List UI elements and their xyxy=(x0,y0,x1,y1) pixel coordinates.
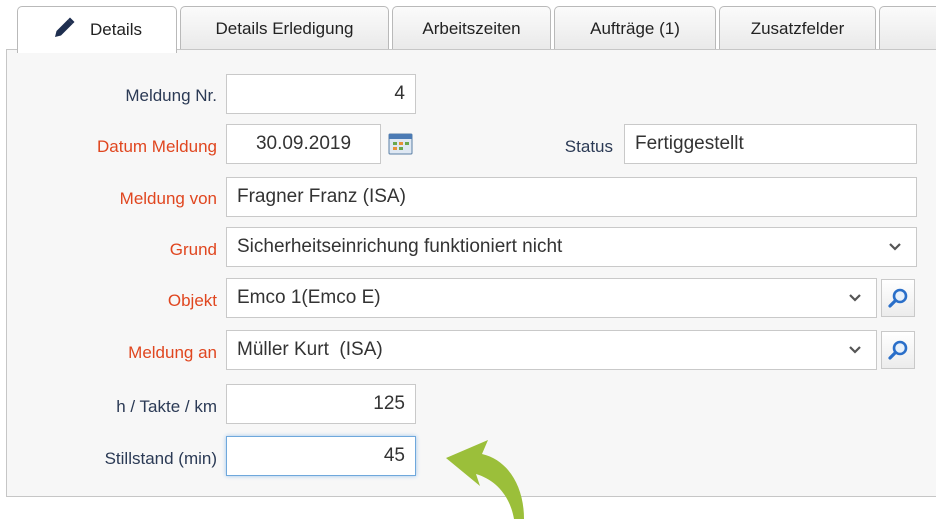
takte-label: h / Takte / km xyxy=(116,397,217,416)
stillstand-label: Stillstand (min) xyxy=(104,449,217,468)
objekt-search-button[interactable] xyxy=(881,279,915,317)
tab-zusatzfelder-label: Zusatzfelder xyxy=(750,18,845,38)
objekt-value: Emco 1(Emco E) xyxy=(237,287,381,308)
meldung-von-label: Meldung von xyxy=(119,189,217,208)
tab-arbeitszeiten-label: Arbeitszeiten xyxy=(422,18,521,38)
tab-details-erledigung-label: Details Erledigung xyxy=(215,18,354,38)
meldung-an-select[interactable]: Müller Kurt (ISA) xyxy=(226,330,877,370)
calendar-icon[interactable] xyxy=(388,132,414,156)
grund-value: Sicherheitseinrichung funktioniert nicht xyxy=(237,236,563,257)
chevron-down-icon xyxy=(889,243,901,251)
search-icon xyxy=(888,340,908,360)
meldung-nr-label: Meldung Nr. xyxy=(125,86,217,105)
status-field[interactable]: Fertiggestellt xyxy=(624,124,917,164)
tab-zusatzfelder[interactable]: Zusatzfelder xyxy=(719,6,876,50)
meldung-nr-field[interactable]: 4 xyxy=(226,74,416,114)
tab-details[interactable]: Details xyxy=(17,6,177,53)
chevron-down-icon xyxy=(849,346,861,354)
meldung-an-label: Meldung an xyxy=(128,343,217,362)
tab-more[interactable] xyxy=(879,6,936,50)
tab-details-erledigung[interactable]: Details Erledigung xyxy=(180,6,389,50)
chevron-down-icon xyxy=(849,294,861,302)
pencil-icon xyxy=(52,16,76,45)
tab-auftraege-label: Aufträge (1) xyxy=(590,18,680,38)
tab-bar: Details Details Erledigung Arbeitszeiten… xyxy=(0,0,936,53)
status-label: Status xyxy=(564,137,613,156)
stillstand-field[interactable]: 45 xyxy=(226,436,416,476)
details-panel xyxy=(6,49,936,497)
grund-select[interactable]: Sicherheitseinrichung funktioniert nicht xyxy=(226,227,917,267)
tab-auftraege[interactable]: Aufträge (1) xyxy=(554,6,716,50)
tab-details-label: Details xyxy=(90,20,142,39)
meldung-an-value: Müller Kurt (ISA) xyxy=(237,339,383,360)
meldung-von-field[interactable]: Fragner Franz (ISA) xyxy=(226,177,917,217)
datum-meldung-label: Datum Meldung xyxy=(96,137,217,156)
grund-label: Grund xyxy=(169,240,217,259)
tab-arbeitszeiten[interactable]: Arbeitszeiten xyxy=(392,6,551,50)
takte-field[interactable]: 125 xyxy=(226,384,416,424)
datum-meldung-field[interactable]: 30.09.2019 xyxy=(226,124,381,164)
objekt-label: Objekt xyxy=(167,291,217,310)
curved-arrow-icon xyxy=(446,440,524,519)
search-icon xyxy=(888,288,908,308)
objekt-select[interactable]: Emco 1(Emco E) xyxy=(226,278,877,318)
meldung-an-search-button[interactable] xyxy=(881,331,915,369)
